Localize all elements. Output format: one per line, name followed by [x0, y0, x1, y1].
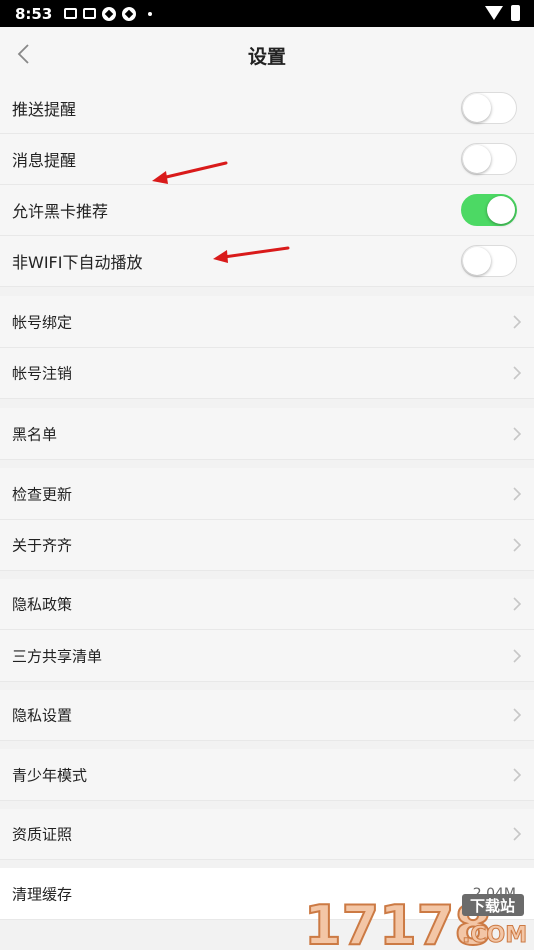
status-bar: 8:53	[0, 0, 534, 27]
notification-app-icon	[64, 8, 78, 19]
watermark-badge-text: 下载站	[470, 897, 515, 915]
menu-item-label: 关于齐齐	[12, 536, 73, 555]
annotation-arrow-icon	[152, 161, 228, 184]
mail-icon	[83, 8, 97, 19]
autoplay-non-wifi-toggle[interactable]	[461, 245, 517, 277]
menu-item-label: 黑名单	[12, 425, 58, 443]
battery-icon	[511, 5, 520, 21]
watermark-logo: 17178 下载站 .COM	[303, 893, 528, 948]
chevron-right-icon	[513, 648, 522, 663]
chevron-right-icon	[513, 597, 522, 611]
chevron-right-icon	[513, 314, 522, 329]
chevron-right-icon	[513, 538, 522, 552]
menu-item-label: 帐号注销	[12, 364, 73, 383]
menu-item-check-update[interactable]: 检查更新	[0, 468, 534, 520]
app-notification-icon	[102, 6, 117, 21]
top-bar: 设置	[0, 27, 534, 83]
menu-item-blacklist[interactable]: 黑名单	[0, 408, 534, 460]
chevron-right-icon	[513, 486, 522, 501]
setting-label: 非WIFI下自动播放	[12, 253, 143, 272]
chevron-right-icon	[513, 767, 522, 782]
push-reminder-toggle[interactable]	[461, 92, 517, 124]
chevron-right-icon	[513, 366, 522, 380]
menu-item-third-party-sharing[interactable]: 三方共享清单	[0, 630, 534, 682]
menu-item-privacy-policy[interactable]: 隐私政策	[0, 579, 534, 630]
menu-item-qualification[interactable]: 资质证照	[0, 809, 534, 860]
menu-item-account-cancel[interactable]: 帐号注销	[0, 348, 534, 399]
setting-row-push-reminder: 推送提醒	[0, 83, 534, 134]
menu-item-privacy-settings[interactable]: 隐私设置	[0, 690, 534, 741]
annotation-arrow-icon	[213, 246, 290, 263]
app-notification-icon	[122, 6, 137, 21]
notification-icons	[64, 6, 153, 21]
menu-item-label: 隐私设置	[12, 706, 73, 725]
chevron-right-icon	[513, 426, 522, 441]
setting-label: 推送提醒	[12, 100, 77, 119]
watermark-domain: .COM	[462, 923, 527, 948]
chevron-right-icon	[513, 827, 522, 841]
page-title: 设置	[247, 46, 286, 68]
message-reminder-toggle[interactable]	[461, 143, 517, 175]
menu-item-label: 三方共享清单	[12, 647, 103, 665]
setting-row-black-card: 允许黑卡推荐	[0, 185, 534, 236]
setting-row-message-reminder: 消息提醒	[0, 134, 534, 185]
wifi-icon	[485, 6, 503, 20]
menu-item-label: 清理缓存	[12, 885, 73, 903]
menu-item-label: 青少年模式	[12, 766, 88, 784]
menu-item-about[interactable]: 关于齐齐	[0, 520, 534, 571]
menu-item-label: 资质证照	[12, 825, 73, 844]
menu-item-teen-mode[interactable]: 青少年模式	[0, 749, 534, 801]
setting-label: 允许黑卡推荐	[12, 202, 109, 221]
black-card-recommend-toggle[interactable]	[461, 194, 517, 226]
menu-item-account-binding[interactable]: 帐号绑定	[0, 296, 534, 348]
menu-item-label: 检查更新	[12, 485, 73, 503]
chevron-right-icon	[513, 708, 522, 722]
setting-label: 消息提醒	[12, 151, 77, 170]
menu-item-label: 帐号绑定	[12, 313, 73, 331]
menu-item-label: 隐私政策	[12, 595, 73, 614]
more-notifications-dot	[148, 11, 153, 16]
status-time: 8:53	[15, 4, 53, 23]
